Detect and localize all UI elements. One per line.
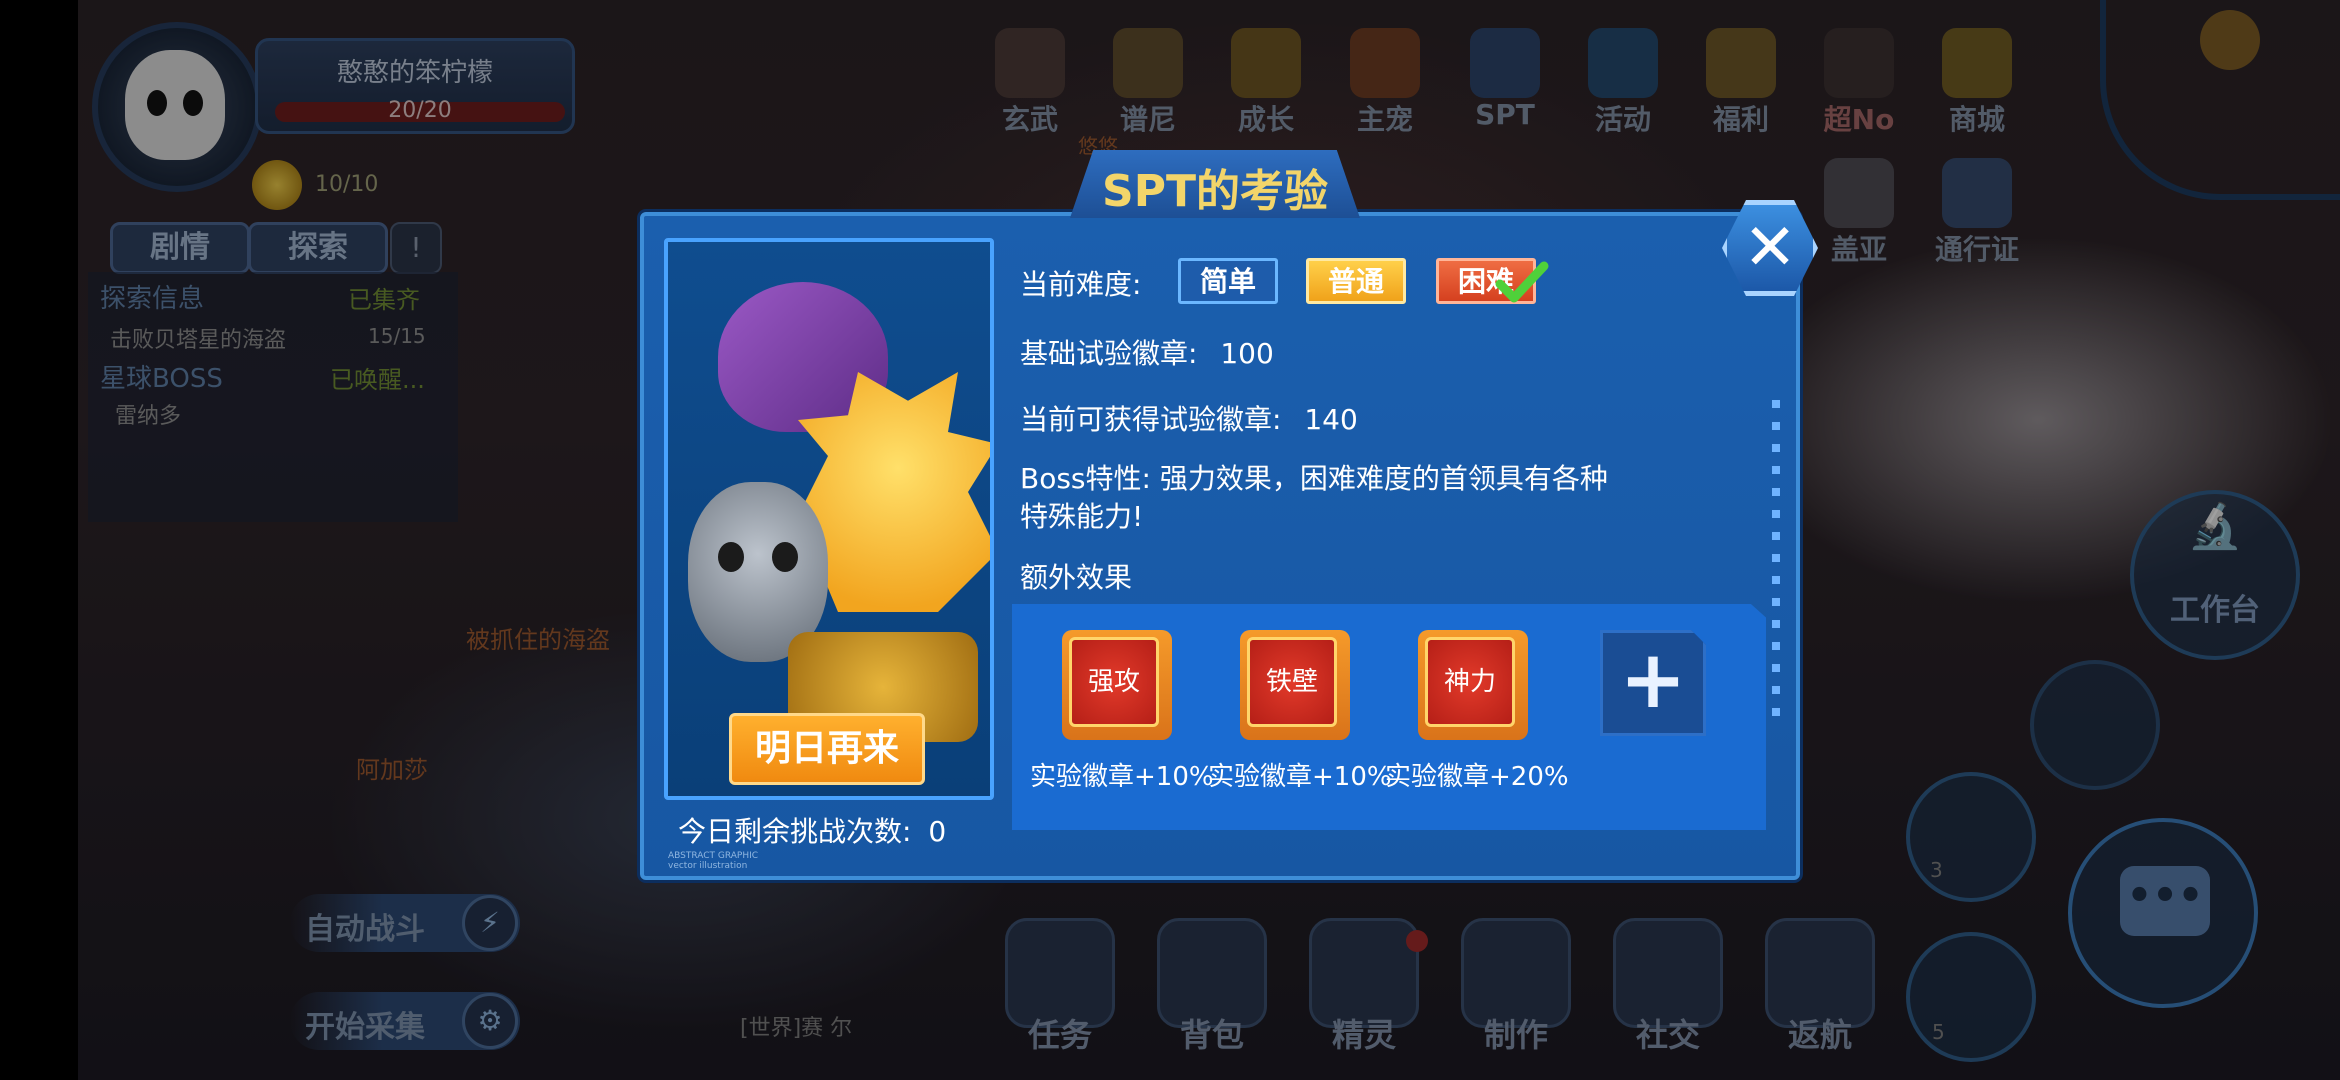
base-badge-value: 100 [1220, 337, 1274, 370]
remaining-attempts: 今日剩余挑战次数: 0 [678, 810, 946, 850]
difficulty-easy-button[interactable]: 简单 [1178, 258, 1278, 304]
difficulty-label: 当前难度: [1020, 268, 1142, 301]
remaining-label: 今日剩余挑战次数: [678, 815, 912, 848]
portrait-footnote: ABSTRACT GRAPHIC vector illustration [668, 851, 758, 871]
dialog-title: SPT的考验 [1102, 166, 1328, 217]
boss-trait-line: 特殊能力! [1020, 500, 1144, 533]
buff-caption: 实验徽章+10% [1030, 762, 1214, 792]
current-badge-value: 140 [1304, 403, 1358, 436]
footnote-line: ABSTRACT GRAPHIC [668, 851, 759, 861]
scroll-indicator [1772, 400, 1780, 780]
pet-eye [772, 542, 798, 572]
base-badge-label: 基础试验徽章: [1020, 337, 1198, 370]
remaining-value: 0 [928, 815, 947, 848]
buff-strong-attack-label: 强攻 [1069, 637, 1159, 727]
come-back-tomorrow-button[interactable]: 明日再来 [729, 713, 925, 785]
footnote-line: vector illustration [668, 861, 748, 871]
pet-eye [718, 542, 744, 572]
boss-trait: Boss特性: 强力效果，困难难度的首领具有各种 特殊能力! [1020, 460, 1608, 536]
boss-trait-line: Boss特性: 强力效果，困难难度的首领具有各种 [1020, 462, 1608, 495]
buff-caption: 实验徽章+10% [1208, 762, 1392, 792]
plus-icon[interactable]: + [1600, 630, 1706, 736]
check-icon [1495, 261, 1549, 303]
current-badge-label: 当前可获得试验徽章: [1020, 403, 1282, 436]
extra-effects-label: 额外效果 [1020, 561, 1133, 594]
buff-iron-wall-label: 铁壁 [1247, 637, 1337, 727]
current-badge-row: 当前可获得试验徽章: 140 [1020, 398, 1358, 438]
buff-divine-power-label: 神力 [1425, 637, 1515, 727]
close-icon[interactable]: ✕ [1722, 200, 1818, 296]
buff-caption: 实验徽章+20% [1385, 762, 1569, 792]
base-badge-row: 基础试验徽章: 100 [1020, 332, 1274, 372]
difficulty-normal-button[interactable]: 普通 [1306, 258, 1406, 304]
